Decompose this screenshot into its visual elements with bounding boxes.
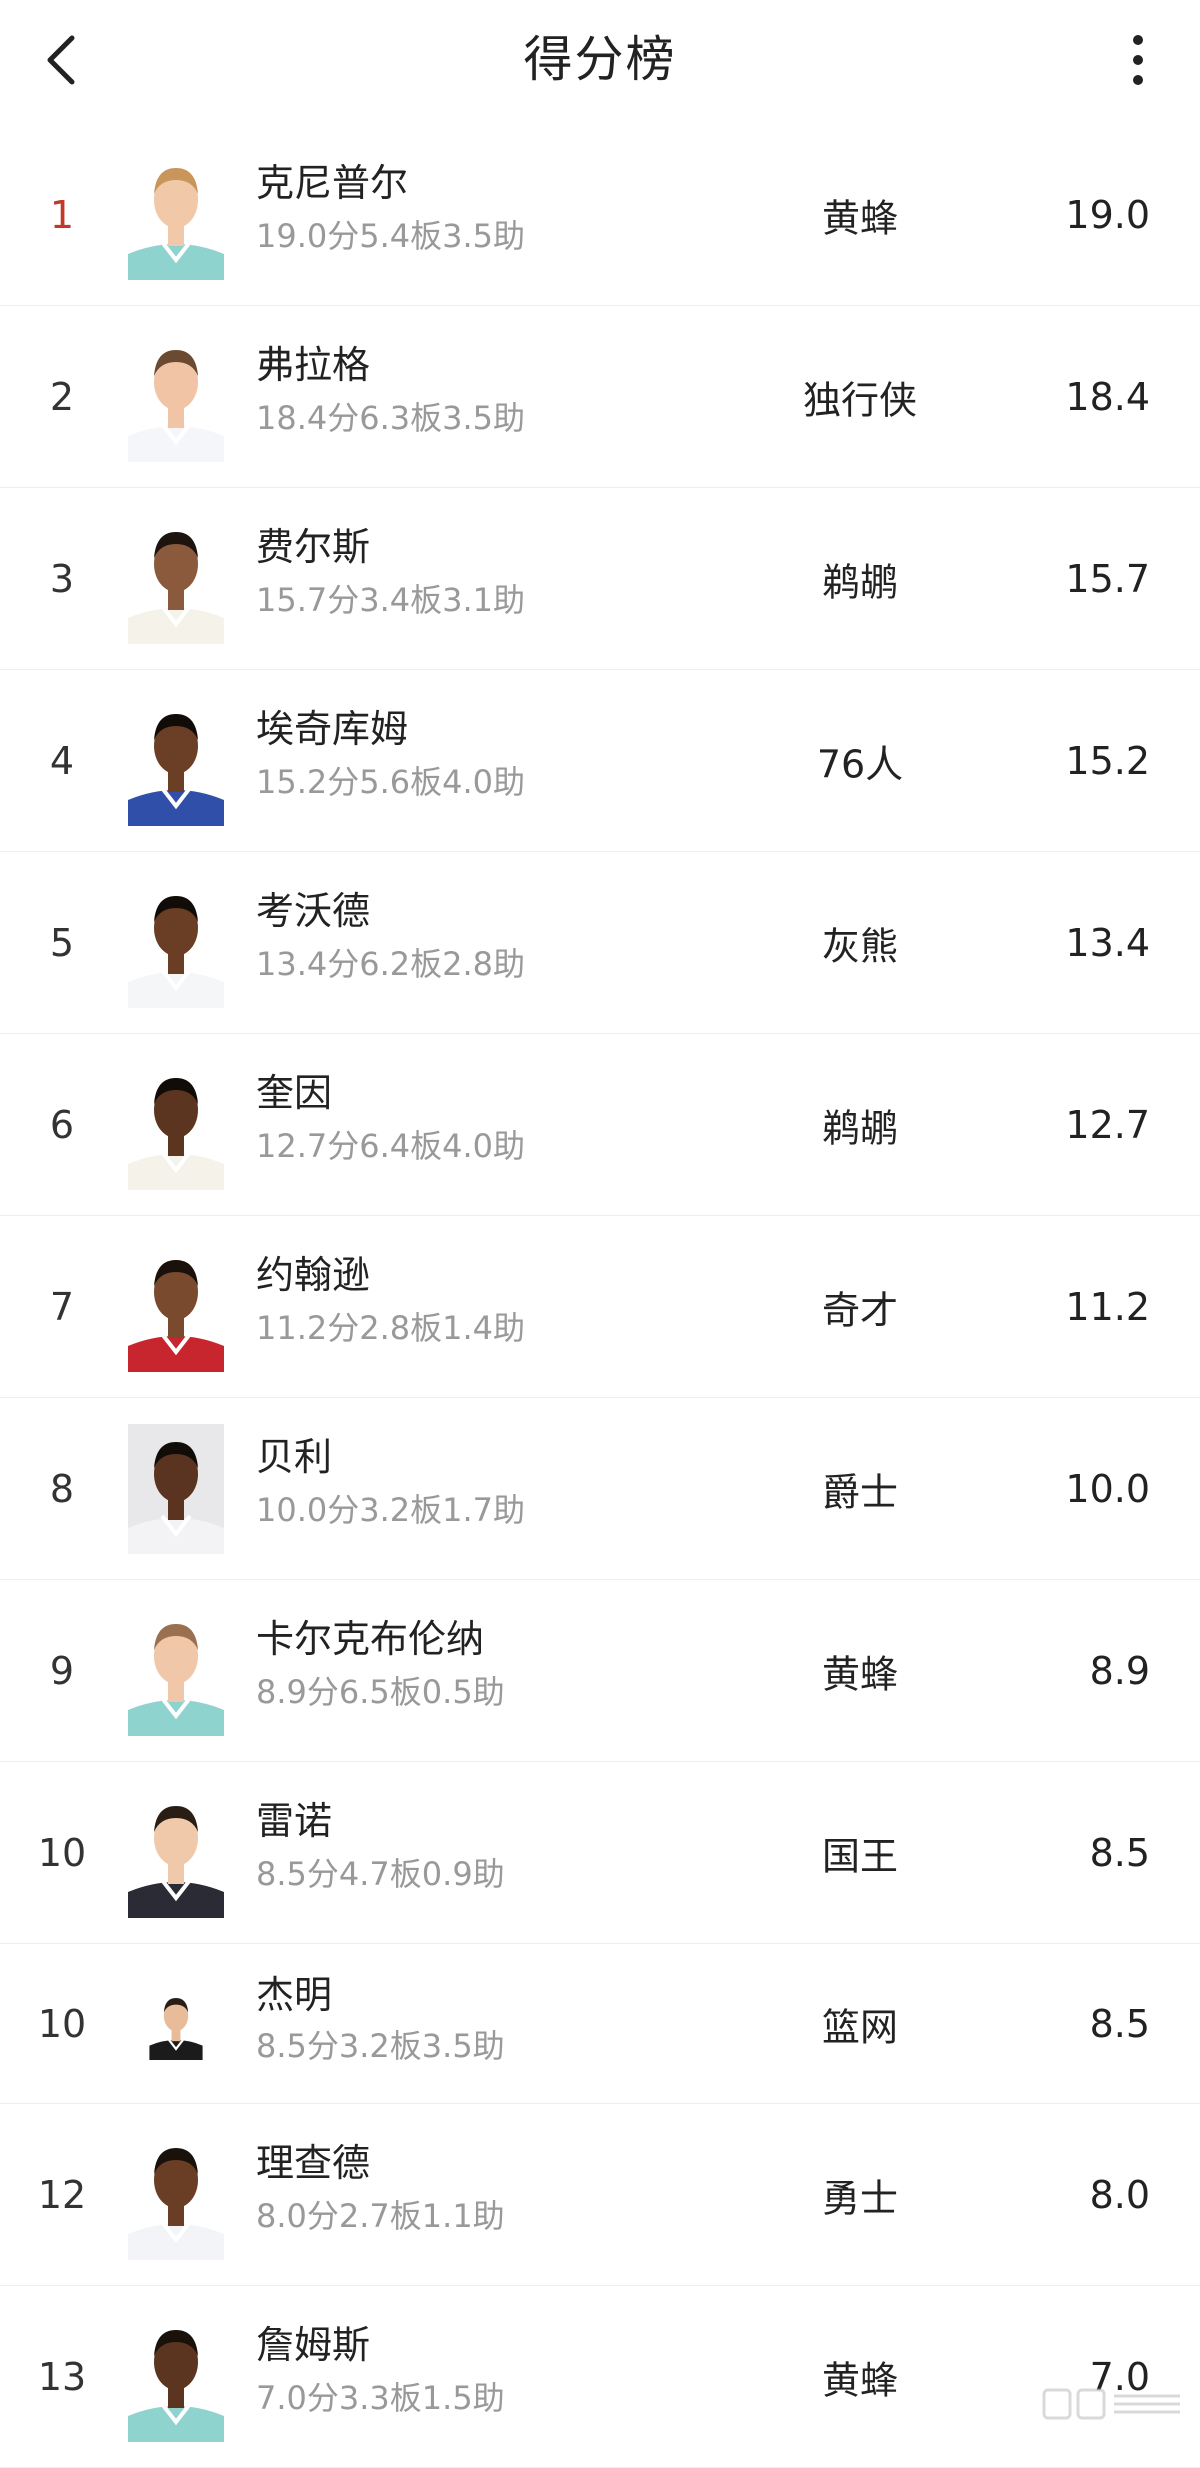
player-row[interactable]: 1 克尼普尔 19.0分5.4板3.5助 黄蜂 19.0 <box>0 124 1200 306</box>
player-team: 奇才 <box>821 1288 898 1332</box>
player-score: 8.5 <box>1089 2001 1150 2046</box>
player-avatar <box>128 513 224 644</box>
player-rank: 3 <box>49 556 75 601</box>
player-row[interactable]: 10 雷诺 8.5分4.7板0.9助 国王 8.5 <box>0 1762 1200 1944</box>
player-stats: 19.0分5.4板3.5助 <box>256 217 526 255</box>
player-stats: 8.0分2.7板1.1助 <box>256 2197 505 2235</box>
player-name: 埃奇库姆 <box>256 707 409 751</box>
player-stats: 13.4分6.2板2.8助 <box>256 945 526 983</box>
player-stats: 15.2分5.6板4.0助 <box>256 763 526 801</box>
player-avatar <box>128 695 224 826</box>
player-row[interactable]: 7 约翰逊 11.2分2.8板1.4助 奇才 11.2 <box>0 1216 1200 1398</box>
top-bar: 得分榜 <box>0 0 1200 124</box>
player-score: 8.9 <box>1089 1648 1150 1693</box>
player-rank: 10 <box>37 2001 87 2046</box>
player-avatar <box>128 1423 224 1554</box>
player-score: 13.4 <box>1065 920 1150 965</box>
player-avatar <box>128 1241 224 1372</box>
player-team: 76人 <box>816 742 904 786</box>
player-rank: 2 <box>49 374 75 419</box>
player-stats: 12.7分6.4板4.0助 <box>256 1127 526 1165</box>
player-row[interactable]: 12 理查德 8.0分2.7板1.1助 勇士 8.0 <box>0 2104 1200 2286</box>
player-name: 约翰逊 <box>256 1253 371 1297</box>
player-rank: 4 <box>49 738 75 783</box>
player-team: 篮网 <box>821 2005 898 2049</box>
player-team: 鹈鹕 <box>821 560 898 604</box>
player-row[interactable]: 3 费尔斯 15.7分3.4板3.1助 鹈鹕 15.7 <box>0 488 1200 670</box>
player-rank: 10 <box>37 1830 87 1875</box>
player-stats: 11.2分2.8板1.4助 <box>256 1309 526 1347</box>
player-rank: 13 <box>37 2354 87 2399</box>
player-stats: 8.5分4.7板0.9助 <box>256 1855 505 1893</box>
player-name: 杰明 <box>256 1973 333 2017</box>
player-avatar <box>128 331 224 462</box>
player-name: 理查德 <box>256 2141 371 2185</box>
player-name: 费尔斯 <box>256 525 371 569</box>
player-row[interactable]: 4 埃奇库姆 15.2分5.6板4.0助 76人 15.2 <box>0 670 1200 852</box>
player-team: 黄蜂 <box>821 1652 898 1696</box>
more-options-button[interactable] <box>1106 28 1170 92</box>
player-avatar <box>128 2129 224 2260</box>
player-name: 弗拉格 <box>256 343 371 387</box>
player-score: 10.0 <box>1065 1466 1150 1511</box>
player-name: 奎因 <box>256 1071 333 1115</box>
player-team: 独行侠 <box>802 378 917 422</box>
player-score: 19.0 <box>1065 192 1150 237</box>
player-row[interactable]: 8 贝利 10.0分3.2板1.7助 爵士 10.0 <box>0 1398 1200 1580</box>
player-team: 勇士 <box>821 2176 898 2220</box>
player-score: 15.7 <box>1065 556 1150 601</box>
player-row[interactable]: 10 杰明 8.5分3.2板3.5助 篮网 8.5 <box>0 1944 1200 2104</box>
player-name: 贝利 <box>256 1435 333 1479</box>
player-team: 国王 <box>821 1834 898 1878</box>
player-rank: 1 <box>49 192 75 237</box>
player-score: 11.2 <box>1065 1284 1150 1329</box>
player-stats: 8.5分3.2板3.5助 <box>256 2027 505 2065</box>
page-title: 得分榜 <box>523 31 677 88</box>
player-name: 卡尔克布伦纳 <box>256 1617 485 1661</box>
player-stats: 15.7分3.4板3.1助 <box>256 581 526 619</box>
player-team: 灰熊 <box>821 924 898 968</box>
player-rank: 6 <box>49 1102 75 1147</box>
player-score: 15.2 <box>1065 738 1150 783</box>
player-row[interactable]: 6 奎因 12.7分6.4板4.0助 鹈鹕 12.7 <box>0 1034 1200 1216</box>
player-rank: 8 <box>49 1466 75 1511</box>
player-stats: 10.0分3.2板1.7助 <box>256 1491 526 1529</box>
player-team: 黄蜂 <box>821 2358 898 2402</box>
player-score: 12.7 <box>1065 1102 1150 1147</box>
player-name: 克尼普尔 <box>256 161 409 205</box>
player-row[interactable]: 9 卡尔克布伦纳 8.9分6.5板0.5助 黄蜂 8.9 <box>0 1580 1200 1762</box>
ranking-list: 1 克尼普尔 19.0分5.4板3.5助 黄蜂 19.0 2 弗拉格 18.4分6.3板3.5… <box>0 124 1200 2468</box>
player-row[interactable]: 2 弗拉格 18.4分6.3板3.5助 独行侠 18.4 <box>0 306 1200 488</box>
player-avatar <box>128 149 224 280</box>
player-stats: 8.9分6.5板0.5助 <box>256 1673 505 1711</box>
player-score: 8.0 <box>1089 2172 1150 2217</box>
player-row[interactable]: 13 詹姆斯 7.0分3.3板1.5助 黄蜂 7.0 <box>0 2286 1200 2468</box>
player-team: 爵士 <box>821 1470 898 1514</box>
player-avatar <box>128 1787 224 1918</box>
watermark-logo <box>1042 2388 1180 2420</box>
player-stats: 18.4分6.3板3.5助 <box>256 399 526 437</box>
player-score: 8.5 <box>1089 1830 1150 1875</box>
player-rank: 7 <box>49 1284 75 1329</box>
player-avatar <box>133 1987 219 2060</box>
player-stats: 7.0分3.3板1.5助 <box>256 2379 505 2417</box>
player-avatar <box>128 1605 224 1736</box>
player-row[interactable]: 5 考沃德 13.4分6.2板2.8助 灰熊 13.4 <box>0 852 1200 1034</box>
more-vertical-icon <box>1133 35 1143 85</box>
player-team: 黄蜂 <box>821 196 898 240</box>
player-rank: 12 <box>37 2172 87 2217</box>
player-avatar <box>128 1059 224 1190</box>
player-name: 詹姆斯 <box>256 2323 371 2367</box>
player-score: 18.4 <box>1065 374 1150 419</box>
player-avatar <box>128 2311 224 2442</box>
player-team: 鹈鹕 <box>821 1106 898 1150</box>
player-rank: 5 <box>49 920 75 965</box>
player-name: 雷诺 <box>256 1799 333 1843</box>
player-name: 考沃德 <box>256 889 371 933</box>
player-rank: 9 <box>49 1648 75 1693</box>
player-avatar <box>128 877 224 1008</box>
